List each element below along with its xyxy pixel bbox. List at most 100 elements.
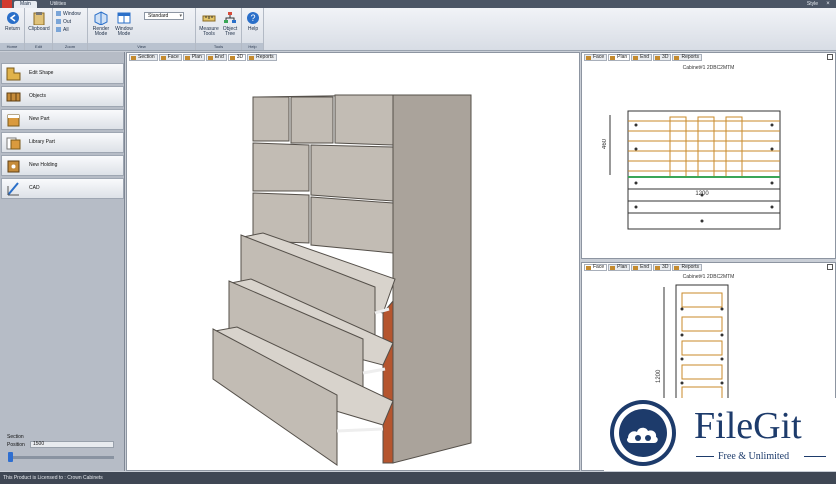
drawer-front [334,94,394,146]
render-mode-label: Render Mode [92,26,110,37]
chevron-down-icon: ▾ [179,13,182,19]
ruler-icon [202,15,216,22]
clipboard-icon [33,12,45,25]
help-button[interactable]: ? Help [244,11,262,32]
position-field[interactable]: 1500 [30,441,114,448]
br-tab-end-label: End [640,264,650,270]
3d-tab-icon [229,56,235,60]
watermark-rule [696,456,714,457]
left-panel: Edit Shape Objects New Part Library Part… [0,52,125,471]
zoom-window-button[interactable]: Window [56,11,81,17]
render-mode-icon [94,11,108,25]
maximize-icon[interactable] [827,264,833,270]
library-part-label: Library Part [29,139,55,145]
position-slider-track[interactable] [10,456,114,459]
return-label: Return [4,26,20,32]
plan-outline [627,110,781,230]
tab-utilities[interactable]: Utilities [44,1,72,8]
zoom-out-button[interactable]: Out [56,19,71,25]
reports-tab-icon [674,56,680,60]
library-part-icon [6,137,21,150]
library-part-button[interactable]: Library Part [1,132,124,153]
br-tab-3d[interactable]: 3D [653,264,672,271]
measure-tools-button[interactable]: Measure Tools [198,11,220,37]
cabinet-side-panel [392,94,472,464]
reports-tab-icon [674,266,680,270]
measure-tools-label: Measure Tools [199,26,219,37]
help-label: Help [247,26,259,32]
main-tab-reports[interactable]: Reports [247,54,277,61]
objects-label: Objects [29,93,46,99]
svg-text:?: ? [250,13,255,23]
new-holding-icon [7,160,20,173]
render-mode-button[interactable]: Render Mode [90,11,112,37]
drawer-front [310,196,394,254]
tr-tab-reports[interactable]: Reports [672,54,702,61]
main-tab-plan[interactable]: Plan [182,54,205,61]
group-label-zoom: Zoom [53,43,87,50]
objects-button[interactable]: Objects [1,86,124,107]
main-tab-reports-label: Reports [256,54,274,60]
cabinet-3d-render [212,94,472,466]
app-logo-icon[interactable] [2,0,12,8]
object-tree-button[interactable]: Object Tree [220,11,240,37]
main-tab-3d[interactable]: 3D [227,54,247,61]
section-label: Section [7,434,24,440]
tr-tab-3d[interactable]: 3D [653,54,672,61]
zoom-all-icon [56,27,61,32]
group-label-home: Home [0,43,24,50]
plan-width-dimension: 1200 [695,191,709,197]
main-tab-end[interactable]: End [205,54,227,61]
zoom-all-button[interactable]: All [56,27,69,33]
main-tab-section[interactable]: Section [129,54,158,61]
new-part-icon [7,114,20,127]
position-slider-thumb[interactable] [8,452,13,462]
face-tab-icon [586,56,591,60]
main-tab-face[interactable]: Face [158,54,182,61]
tr-tab-end[interactable]: End [631,54,653,61]
plan-tab-icon [610,56,616,60]
style-menu[interactable]: Style [807,1,818,7]
plan-height-dimension: 460 [602,138,608,149]
3d-tab-icon [655,266,661,270]
zoom-out-label: Out [63,19,72,25]
drawer-front [252,142,310,192]
ribbon-group-help: ? Help Help [242,8,264,50]
status-bar: This Product is Licensed to : Crown Cabi… [0,472,836,484]
br-tab-end[interactable]: End [631,264,653,271]
tr-tab-plan[interactable]: Plan [608,54,631,61]
return-button[interactable]: Return [2,11,23,32]
br-tab-reports[interactable]: Reports [672,264,702,271]
drawer-front [310,144,394,202]
main-3d-view[interactable]: Section Face Plan End 3D Reports [126,52,580,471]
maximize-icon[interactable] [827,54,833,60]
window-mode-button[interactable]: Window Mode [112,11,136,37]
br-tab-3d-label: 3D [662,264,669,270]
br-tab-face[interactable]: Face [584,264,608,271]
tr-tab-face-label: Face [593,54,605,60]
br-tab-plan-label: Plan [617,264,628,270]
br-tab-plan[interactable]: Plan [608,264,631,271]
drawer-front [290,96,334,144]
cad-button[interactable]: CAD [1,178,124,199]
clipboard-label: Clipboard [28,26,50,32]
new-holding-button[interactable]: New Holding [1,155,124,176]
main-view-tabs: Section Face Plan End 3D Reports [129,54,278,62]
close-window-button[interactable]: × [823,0,833,8]
bottom-right-tabs: Face Plan End 3D Reports [584,264,703,272]
view-style-select[interactable]: Standard ▾ [144,12,184,20]
help-icon: ? [247,12,259,24]
zoom-window-label: Window [63,11,81,17]
drawer-runner [362,367,386,375]
tr-tab-face[interactable]: Face [584,54,608,61]
ribbon-group-zoom: Window Out All Zoom [53,8,88,50]
tr-tab-end-label: End [640,54,650,60]
edit-shape-button[interactable]: Edit Shape [1,63,124,84]
top-right-view[interactable]: Face Plan End 3D Reports Cabinet#1 2DBC2MTM … [581,52,836,259]
tr-tab-plan-label: Plan [617,54,628,60]
ribbon: Return Home Clipboard Edit Window Out Al… [0,8,836,51]
br-tab-reports-label: Reports [681,264,699,270]
clipboard-button[interactable]: Clipboard [26,11,52,32]
tab-main[interactable]: Main [14,1,37,8]
new-part-button[interactable]: New Part [1,109,124,130]
